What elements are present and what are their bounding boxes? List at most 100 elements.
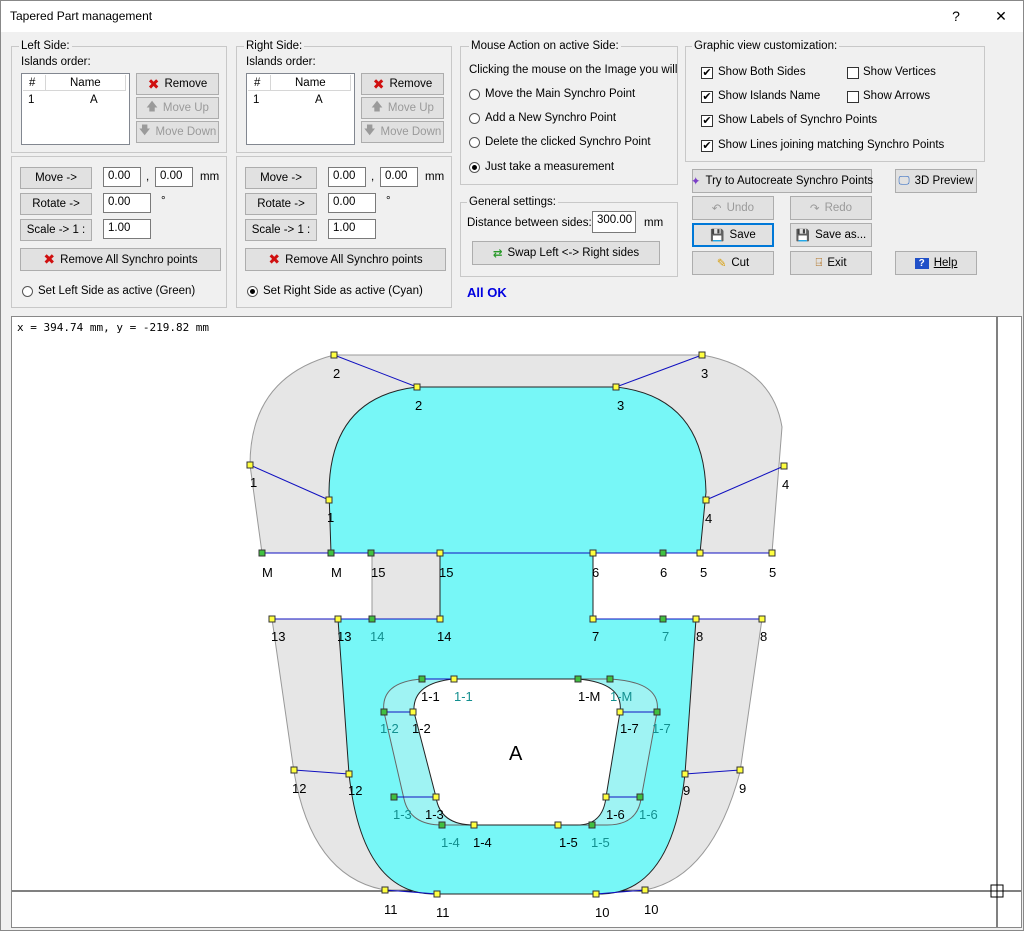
left-move-down-label: Move Down [155,126,217,138]
help-title-button[interactable]: ? [936,4,976,28]
right-col-name[interactable]: Name [271,75,351,91]
left-remove-all-button[interactable]: ✖ Remove All Synchro points [20,248,221,271]
label-inner-7: 7 [592,629,599,644]
left-row-name[interactable]: A [90,94,98,106]
preview-3d-button[interactable]: 🖵 3D Preview [895,169,977,193]
left-move-down-button[interactable]: 🡇 Move Down [136,121,219,143]
left-scale-input[interactable]: 1.00 [103,219,151,239]
label-15-b: 15 [439,565,453,580]
left-row-num[interactable]: 1 [28,94,34,106]
distance-input[interactable]: 300.00 [592,211,636,233]
left-col-num[interactable]: # [23,75,46,91]
show-labels-label[interactable]: Show Labels of Synchro Points [718,114,877,126]
right-move-down-button[interactable]: 🡇 Move Down [361,121,444,143]
save-as-button[interactable]: 💾 Save as... [790,223,872,247]
label-island-outer-1-4: 1-4 [441,835,460,850]
right-move-button[interactable]: Move -> [245,167,317,189]
label-6-b: 6 [660,565,667,580]
close-window-button[interactable]: ✕ [981,4,1021,28]
label-island-inner-1-1: 1-1 [421,689,440,704]
redo-button[interactable]: ↷ Redo [790,196,872,220]
right-move-up-button[interactable]: 🡅 Move Up [361,97,444,119]
radio-add-new[interactable] [469,113,480,124]
magic-wand-icon: ✦ [690,176,701,188]
left-move-x-input[interactable]: 0.00 [103,167,141,187]
left-active-radio[interactable] [22,286,33,297]
left-move-up-button[interactable]: 🡅 Move Up [136,97,219,119]
label-14-left: 14 [370,629,384,644]
left-rotate-input[interactable]: 0.00 [103,193,151,213]
left-move-y-input[interactable]: 0.00 [155,167,193,187]
radio-move-main[interactable] [469,89,480,100]
show-arrows-label[interactable]: Show Arrows [863,90,930,102]
right-row-name[interactable]: A [315,94,323,106]
drawing-surface[interactable]: 2 3 2 3 1 4 1 4 M M 15 15 6 6 5 5 13 13 … [12,317,1022,928]
right-col-num[interactable]: # [248,75,271,91]
right-remove-all-button[interactable]: ✖ Remove All Synchro points [245,248,446,271]
left-active-label[interactable]: Set Left Side as active (Green) [38,285,195,297]
pencil-icon: ✎ [716,258,727,270]
monitor-icon: 🖵 [898,174,910,187]
show-vertices-label[interactable]: Show Vertices [863,66,936,78]
swap-sides-button[interactable]: ⇄ Swap Left <-> Right sides [472,241,660,265]
mouse-action-intro: Clicking the mouse on the Image you will [469,64,678,76]
right-rotate-button[interactable]: Rotate -> [245,193,317,215]
label-island-inner-1-4: 1-4 [473,835,492,850]
status-text: All OK [467,285,507,300]
label-outer-5: 5 [769,565,776,580]
label-measure[interactable]: Just take a measurement [485,161,614,173]
label-add-new[interactable]: Add a New Synchro Point [485,112,616,124]
label-inner-3: 3 [617,398,624,413]
save-button[interactable]: 💾 Save [692,223,774,247]
label-inner-8: 8 [696,629,703,644]
right-active-label[interactable]: Set Right Side as active (Cyan) [263,285,423,297]
graphic-canvas[interactable]: x = 394.74 mm, y = -219.82 mm 2 3 2 3 1 … [11,316,1022,928]
show-both-label[interactable]: Show Both Sides [718,66,806,78]
exit-button[interactable]: ⍈ Exit [790,251,872,275]
show-labels-checkbox[interactable]: ✔ [701,115,713,127]
undo-button[interactable]: ↶ Undo [692,196,774,220]
show-lines-label[interactable]: Show Lines joining matching Synchro Poin… [718,139,944,151]
right-remove-button[interactable]: ✖ Remove [361,73,444,95]
autocreate-button[interactable]: ✦ Try to Autocreate Synchro Points [690,169,873,193]
label-inner-14: 14 [437,629,451,644]
label-inner-10: 10 [595,905,609,920]
label-outer-10: 10 [644,902,658,917]
left-side-legend: Left Side: [19,40,72,52]
left-rotate-button[interactable]: Rotate -> [20,193,92,215]
label-island-inner-1-M: 1-M [578,689,600,704]
right-rotate-input[interactable]: 0.00 [328,193,376,213]
island-name-label: A [509,743,523,765]
label-island-outer-1-M: 1-M [610,689,632,704]
right-islands-list[interactable]: # Name 1 A [246,73,355,145]
cut-button[interactable]: ✎ Cut [692,251,774,275]
label-move-main[interactable]: Move the Main Synchro Point [485,88,635,100]
right-row-num[interactable]: 1 [253,94,259,106]
show-both-checkbox[interactable]: ✔ [701,67,713,79]
right-scale-input[interactable]: 1.00 [328,219,376,239]
left-comma: , [146,171,150,183]
left-islands-list[interactable]: # Name 1 A [21,73,130,145]
right-scale-button[interactable]: Scale -> 1 : [245,219,317,241]
radio-measure[interactable] [469,162,480,173]
show-islands-label[interactable]: Show Islands Name [718,90,820,102]
left-remove-button[interactable]: ✖ Remove [136,73,219,95]
app-window: Tapered Part management ? ✕ Left Side: I… [0,0,1024,931]
right-move-y-input[interactable]: 0.00 [380,167,418,187]
help-button[interactable]: ? Help [895,251,977,275]
right-move-x-input[interactable]: 0.00 [328,167,366,187]
left-scale-button[interactable]: Scale -> 1 : [20,219,92,241]
label-inner-M: M [331,565,342,580]
label-outer-1: 1 [250,475,257,490]
right-active-radio[interactable] [247,286,258,297]
left-move-button[interactable]: Move -> [20,167,92,189]
radio-delete[interactable] [469,137,480,148]
left-col-name[interactable]: Name [46,75,126,91]
show-islands-checkbox[interactable]: ✔ [701,91,713,103]
label-delete[interactable]: Delete the clicked Synchro Point [485,136,651,148]
show-vertices-checkbox[interactable] [847,67,859,79]
show-arrows-checkbox[interactable] [847,91,859,103]
arrow-up-icon: 🡅 [371,100,383,113]
show-lines-checkbox[interactable]: ✔ [701,140,713,152]
right-remove-all-label: Remove All Synchro points [285,253,423,266]
